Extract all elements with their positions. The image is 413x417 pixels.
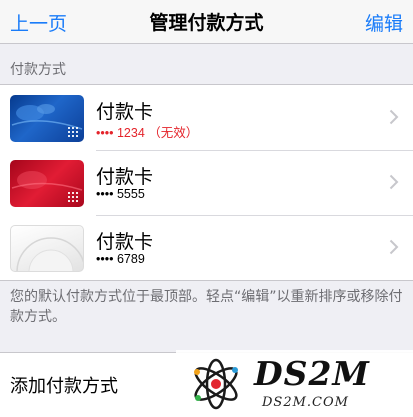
watermark-url: DS2M.COM xyxy=(262,395,349,410)
card-number: •••• 6789 xyxy=(96,252,145,266)
atom-logo-icon xyxy=(194,358,238,410)
footer-note: 您的默认付款方式位于最顶部。轻点“编辑”以重新排序或移除付款方式。 xyxy=(10,289,403,325)
payment-card-row[interactable]: 付款卡 •••• 5555 xyxy=(0,150,413,215)
card-name: 付款卡 xyxy=(96,166,154,188)
card-name: 付款卡 xyxy=(96,231,154,253)
section-header-payment-methods: 付款方式 xyxy=(10,62,66,78)
watermark: DS2M DS2M.COM xyxy=(176,350,413,417)
card-number: •••• 5555 xyxy=(96,187,145,201)
chevron-right-icon xyxy=(389,109,399,125)
card-image xyxy=(10,225,84,272)
payment-card-row[interactable]: 付款卡 •••• 1234 （无效） xyxy=(0,85,413,150)
card-image xyxy=(10,95,84,142)
payment-card-row[interactable]: 付款卡 •••• 6789 xyxy=(0,215,413,280)
add-payment-method-label: 添加付款方式 xyxy=(10,376,118,397)
watermark-title: DS2M xyxy=(254,354,370,393)
card-image xyxy=(10,160,84,207)
card-name: 付款卡 xyxy=(96,101,154,123)
payment-card-list: 付款卡 •••• 1234 （无效） 付款卡 •••• 5555 付款卡 •••… xyxy=(0,84,413,281)
chevron-right-icon xyxy=(389,174,399,190)
page-title: 管理付款方式 xyxy=(149,12,264,34)
navigation-bar: 上一页 管理付款方式 编辑 xyxy=(0,0,413,44)
edit-button[interactable]: 编辑 xyxy=(365,9,403,36)
chevron-right-icon xyxy=(389,239,399,255)
card-number: •••• 1234 （无效） xyxy=(96,126,199,140)
